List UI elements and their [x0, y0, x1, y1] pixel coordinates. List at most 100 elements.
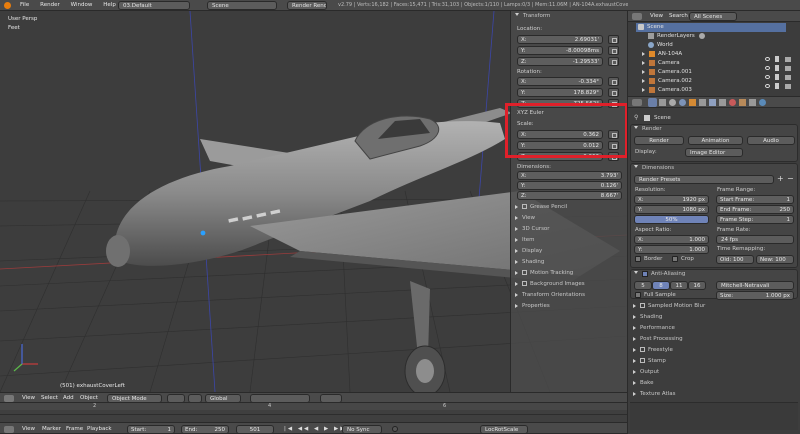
- blender-logo-icon[interactable]: [4, 2, 11, 9]
- pivot-dropdown[interactable]: [188, 394, 202, 403]
- menu-playback[interactable]: Playback: [87, 426, 112, 432]
- rotation-y-field[interactable]: Y: 178.829°: [517, 88, 603, 97]
- editor-type-icon[interactable]: [4, 395, 14, 402]
- snap-button[interactable]: [320, 394, 342, 403]
- cursor-icon[interactable]: [775, 56, 779, 62]
- resolution-x-field[interactable]: X: 1920 px: [634, 195, 709, 204]
- rotation-x-field[interactable]: X: -0.334°: [517, 77, 603, 86]
- add-preset-icon[interactable]: +: [777, 174, 784, 183]
- outliner-row-camera-003[interactable]: Camera.003: [636, 86, 692, 95]
- renderlayers-tab-icon[interactable]: [659, 99, 666, 106]
- display-dropdown[interactable]: Image Editor: [685, 148, 743, 157]
- outliner-row-an104a[interactable]: AN-104A: [636, 50, 682, 59]
- cursor-icon[interactable]: [775, 74, 779, 80]
- lock-icon[interactable]: [608, 35, 619, 44]
- constraints-tab-icon[interactable]: [699, 99, 706, 106]
- scene-tab-icon[interactable]: [669, 99, 676, 106]
- location-y-field[interactable]: Y: -8.00098ms: [517, 46, 603, 55]
- border-checkbox[interactable]: [635, 256, 641, 262]
- end-frame-field[interactable]: End Frame: 250: [716, 205, 794, 214]
- render-icon[interactable]: [785, 84, 791, 89]
- outliner-row-scene[interactable]: Scene: [636, 23, 786, 32]
- menu-frame[interactable]: Frame: [66, 426, 83, 432]
- section-performance[interactable]: Performance: [633, 324, 675, 333]
- remove-preset-icon[interactable]: −: [787, 174, 794, 183]
- outliner-row-camera-001[interactable]: Camera.001: [636, 68, 692, 77]
- outliner-filter-dropdown[interactable]: All Scenes: [689, 12, 737, 21]
- layers-widget[interactable]: [250, 394, 310, 403]
- expand-triangle-icon[interactable]: [642, 60, 645, 65]
- scene-dropdown[interactable]: Scene: [207, 1, 277, 10]
- remap-new-field[interactable]: New: 100: [756, 255, 794, 264]
- section-shading[interactable]: Shading: [633, 313, 662, 322]
- panel-item[interactable]: Item: [515, 236, 535, 245]
- lock-icon[interactable]: [608, 57, 619, 66]
- keying-set-dropdown[interactable]: LocRotScale: [480, 425, 528, 434]
- menu-window[interactable]: Window: [71, 2, 93, 8]
- record-icon[interactable]: [392, 426, 398, 432]
- section-bake[interactable]: Bake: [633, 379, 654, 388]
- dimensions-z-field[interactable]: Z: 8.667': [517, 191, 622, 200]
- aa-samples-8[interactable]: 8: [652, 281, 670, 290]
- render-icon[interactable]: [785, 57, 791, 62]
- aa-filter-dropdown[interactable]: Mitchell-Netravali: [716, 281, 794, 290]
- frame-rate-dropdown[interactable]: 24 fps: [716, 235, 794, 244]
- particles-tab-icon[interactable]: [749, 99, 756, 106]
- dimensions-x-field[interactable]: X: 3.793': [517, 171, 622, 180]
- eye-icon[interactable]: [765, 66, 770, 70]
- eye-icon[interactable]: [765, 75, 770, 79]
- start-frame-field[interactable]: Start: 1: [127, 425, 175, 434]
- outliner-row-camera[interactable]: Camera: [636, 59, 680, 68]
- lock-icon[interactable]: [608, 77, 619, 86]
- render-animation-button[interactable]: Animation: [688, 136, 743, 145]
- render-audio-button[interactable]: Audio: [747, 136, 795, 145]
- render-image-button[interactable]: Render: [634, 136, 684, 145]
- menu-view[interactable]: View: [22, 395, 35, 401]
- resolution-y-field[interactable]: Y: 1080 px: [634, 205, 709, 214]
- cursor-icon[interactable]: [775, 83, 779, 89]
- aspect-x-field[interactable]: X: 1.000: [634, 235, 709, 244]
- dimensions-y-field[interactable]: Y: 0.126': [517, 181, 622, 190]
- section-stamp[interactable]: Stamp: [633, 357, 666, 366]
- render-icon[interactable]: [785, 66, 791, 71]
- expand-triangle-icon[interactable]: [642, 69, 645, 74]
- sync-dropdown[interactable]: No Sync: [342, 425, 382, 434]
- render-section-header[interactable]: Render: [634, 125, 662, 134]
- aa-samples-16[interactable]: 16: [688, 281, 706, 290]
- render-engine-dropdown[interactable]: Render Render: [287, 1, 327, 10]
- location-x-field[interactable]: X: 2.69031': [517, 35, 603, 44]
- full-sample-checkbox[interactable]: [635, 292, 641, 298]
- lock-icon[interactable]: [608, 46, 619, 55]
- texture-tab-icon[interactable]: [739, 99, 746, 106]
- mode-dropdown[interactable]: Object Mode: [107, 394, 162, 403]
- panel-display[interactable]: Display: [515, 247, 542, 256]
- menu-add[interactable]: Add: [63, 395, 74, 401]
- frame-step-field[interactable]: Frame Step: 1: [716, 215, 794, 224]
- panel-transform-orientations[interactable]: Transform Orientations: [515, 291, 585, 300]
- location-z-field[interactable]: Z: -1.29533': [517, 57, 603, 66]
- panel-background-images[interactable]: Background Images: [515, 280, 585, 289]
- start-frame-field[interactable]: Start Frame: 1: [716, 195, 794, 204]
- panel-grease-pencil[interactable]: Grease Pencil: [515, 203, 567, 212]
- pin-icon[interactable]: ⚲: [634, 114, 638, 121]
- menu-search[interactable]: Search: [669, 13, 688, 19]
- current-frame-field[interactable]: 501: [236, 425, 274, 434]
- object-tab-icon[interactable]: [689, 99, 696, 106]
- end-frame-field[interactable]: End: 250: [181, 425, 229, 434]
- menu-help[interactable]: Help: [103, 2, 116, 8]
- section-freestyle[interactable]: Freestyle: [633, 346, 673, 355]
- menu-marker[interactable]: Marker: [42, 426, 61, 432]
- render-tab-icon[interactable]: [648, 98, 657, 107]
- screen-layout-dropdown[interactable]: 03.Default: [118, 1, 190, 10]
- section-sampled-motion-blur[interactable]: Sampled Motion Blur: [633, 302, 705, 311]
- menu-file[interactable]: File: [20, 2, 29, 8]
- expand-triangle-icon[interactable]: [642, 51, 645, 56]
- aa-checkbox[interactable]: [642, 270, 648, 277]
- dimensions-section-header[interactable]: Dimensions: [634, 164, 674, 173]
- orientation-dropdown[interactable]: Global: [205, 394, 241, 403]
- section-texture-atlas[interactable]: Texture Atlas: [633, 390, 675, 399]
- world-tab-icon[interactable]: [679, 99, 686, 106]
- aa-samples-11[interactable]: 11: [670, 281, 688, 290]
- editor-type-icon[interactable]: [632, 99, 642, 106]
- editor-type-icon[interactable]: [632, 13, 642, 20]
